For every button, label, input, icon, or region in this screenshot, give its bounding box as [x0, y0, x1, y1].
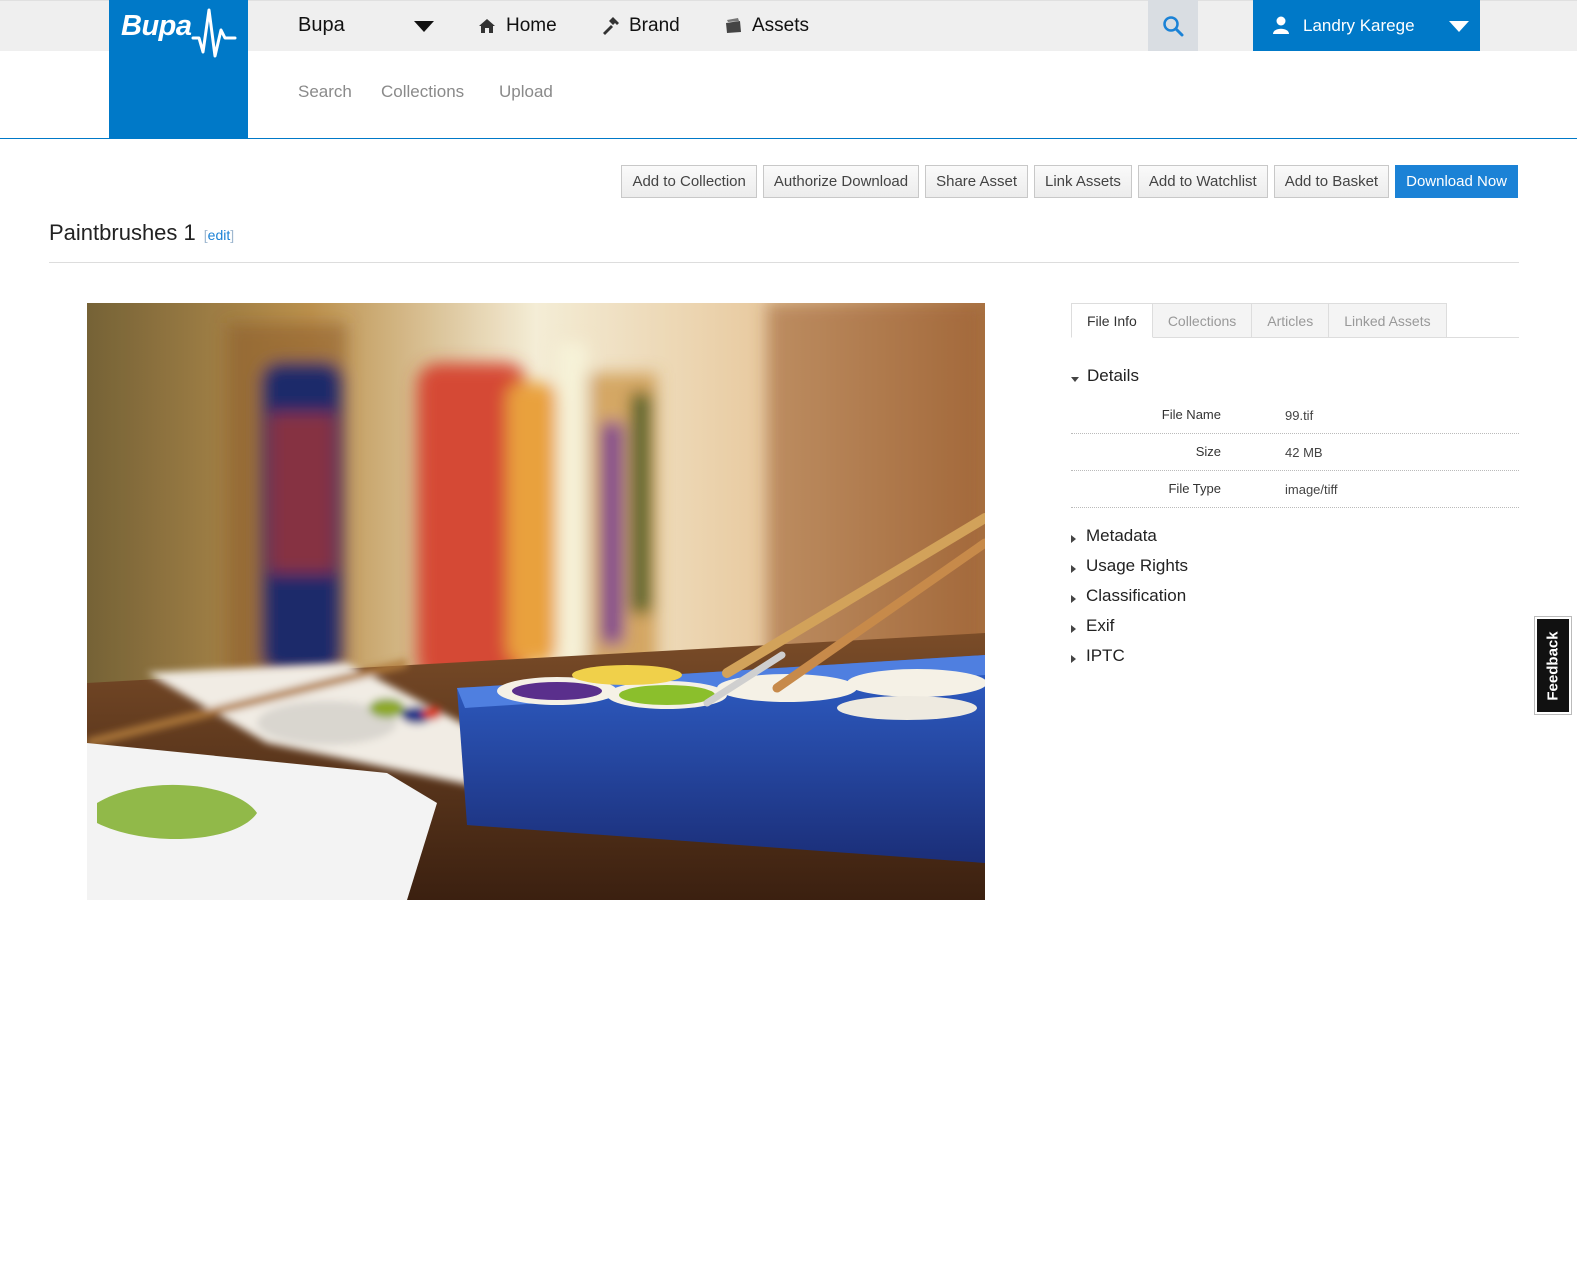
chevron-down-icon	[1449, 21, 1469, 32]
detail-key: Size	[1195, 444, 1221, 459]
brand-dropdown-label: Bupa	[298, 14, 345, 36]
subnav-collections[interactable]: Collections	[381, 82, 464, 102]
add-to-collection-button[interactable]: Add to Collection	[621, 165, 757, 198]
share-asset-button[interactable]: Share Asset	[925, 165, 1028, 198]
download-now-button[interactable]: Download Now	[1395, 165, 1518, 198]
caret-right-icon	[1071, 625, 1076, 633]
caret-right-icon	[1071, 655, 1076, 663]
classification-section-toggle[interactable]: Classification	[1071, 586, 1186, 606]
home-icon	[479, 18, 495, 33]
iptc-section-toggle[interactable]: IPTC	[1071, 646, 1125, 666]
chevron-down-icon	[414, 21, 434, 32]
detail-row-size: Size 42 MB	[1071, 434, 1519, 471]
user-icon	[1273, 16, 1289, 34]
section-label: Exif	[1086, 616, 1115, 635]
edit-link-label: edit	[207, 227, 231, 243]
search-button[interactable]	[1148, 0, 1198, 51]
hammer-icon	[603, 16, 619, 35]
section-label: Usage Rights	[1086, 556, 1189, 575]
feedback-label: Feedback	[1544, 630, 1562, 701]
section-label: Classification	[1086, 586, 1187, 605]
brand-dropdown[interactable]: Bupa	[298, 0, 438, 51]
nav-assets[interactable]: Assets	[724, 0, 809, 51]
feedback-tab[interactable]: Feedback	[1534, 616, 1572, 715]
asset-action-toolbar: Add to Collection Authorize Download Sha…	[621, 165, 1518, 198]
detail-key: File Name	[1161, 407, 1221, 422]
heartbeat-logo-icon	[191, 8, 237, 58]
exif-section-toggle[interactable]: Exif	[1071, 616, 1114, 636]
caret-right-icon	[1071, 565, 1076, 573]
nav-brand-label: Brand	[629, 14, 680, 36]
nav-home-label: Home	[506, 14, 557, 36]
title-divider	[49, 262, 1519, 263]
search-icon	[1163, 15, 1184, 36]
nav-assets-label: Assets	[752, 14, 810, 36]
tab-articles[interactable]: Articles	[1252, 303, 1330, 338]
add-to-basket-button[interactable]: Add to Basket	[1273, 165, 1390, 198]
tab-collections[interactable]: Collections	[1152, 303, 1253, 338]
box-icon	[726, 17, 741, 33]
authorize-download-button[interactable]: Authorize Download	[762, 165, 920, 198]
usage-rights-section-toggle[interactable]: Usage Rights	[1071, 556, 1188, 576]
tab-file-info[interactable]: File Info	[1071, 303, 1153, 338]
paintbrushes-photo	[87, 303, 985, 900]
caret-right-icon	[1071, 595, 1076, 603]
caret-right-icon	[1071, 535, 1076, 543]
detail-row-file-name: File Name 99.tif	[1071, 397, 1519, 434]
link-assets-button[interactable]: Link Assets	[1034, 165, 1132, 198]
section-label: IPTC	[1086, 646, 1125, 665]
subnav-upload[interactable]: Upload	[499, 82, 553, 102]
detail-value: 42 MB	[1285, 445, 1323, 460]
detail-value: 99.tif	[1285, 408, 1314, 423]
nav-home[interactable]: Home	[478, 0, 557, 51]
add-to-watchlist-button[interactable]: Add to Watchlist	[1137, 165, 1268, 198]
tab-linked-assets[interactable]: Linked Assets	[1329, 303, 1447, 338]
info-tabs: File Info Collections Articles Linked As…	[1071, 303, 1519, 338]
metadata-section-toggle[interactable]: Metadata	[1071, 526, 1157, 546]
detail-key: File Type	[1168, 481, 1221, 496]
detail-row-file-type: File Type image/tiff	[1071, 471, 1519, 508]
asset-title-row: Paintbrushes 1 [edit]	[49, 220, 234, 246]
asset-preview-image	[87, 303, 985, 900]
caret-down-icon	[1071, 376, 1079, 382]
section-label: Metadata	[1086, 526, 1157, 545]
bupa-logo[interactable]: Bupa	[109, 0, 248, 139]
nav-brand[interactable]: Brand	[601, 0, 680, 51]
details-heading: Details	[1087, 366, 1139, 385]
page-title: Paintbrushes 1	[49, 220, 196, 245]
user-dropdown[interactable]: Landry Karege	[1253, 0, 1480, 51]
subnav-search[interactable]: Search	[298, 82, 352, 102]
detail-value: image/tiff	[1285, 482, 1338, 497]
edit-title-link[interactable]: [edit]	[204, 227, 234, 243]
user-name: Landry Karege	[1303, 16, 1415, 35]
details-section-toggle[interactable]: Details	[1071, 366, 1139, 386]
